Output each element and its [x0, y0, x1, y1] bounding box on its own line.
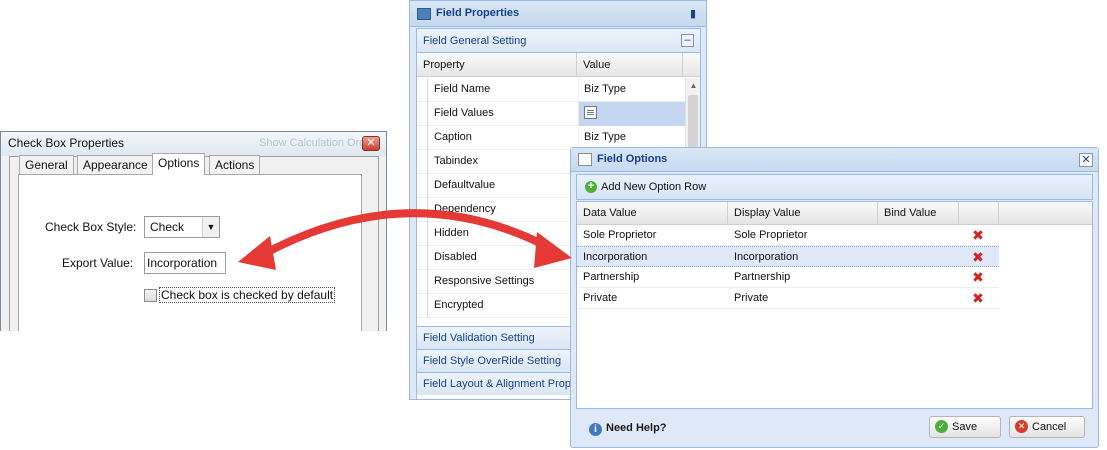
property-name: Responsive Settings [427, 270, 577, 294]
add-option-row-button[interactable]: Add New Option Row [601, 181, 706, 193]
property-name: Caption [427, 126, 577, 150]
property-value[interactable] [578, 102, 685, 126]
save-label: Save [952, 421, 978, 433]
options-grid: Data Value Display Value Bind Value Sole… [576, 201, 1093, 409]
close-icon: ✕ [1081, 154, 1091, 166]
property-column-header[interactable]: Property [417, 53, 577, 77]
data-value-column-header[interactable]: Data Value [577, 202, 728, 225]
panel-header: Field Properties ▮ [410, 1, 706, 27]
table-row[interactable]: Incorporation Incorporation ✖ [577, 246, 999, 267]
cancel-button[interactable]: ✕ Cancel [1009, 416, 1085, 438]
section-general-header[interactable]: Field General Setting – [417, 29, 700, 53]
dropdown-arrow-icon: ▼ [202, 217, 219, 237]
style-label: Check Box Style: [45, 220, 137, 234]
background-window-text: Show Calculation Ord [259, 137, 366, 149]
panel-title: Field Properties [436, 7, 520, 19]
display-value-cell[interactable]: Sole Proprietor [728, 225, 807, 245]
property-name: Field Name [427, 78, 577, 102]
property-name: Encrypted [427, 294, 577, 318]
add-icon[interactable]: + [585, 181, 597, 193]
property-value[interactable]: Biz Type [578, 78, 685, 102]
cancel-label: Cancel [1032, 421, 1067, 433]
checkmark-icon: ✓ [935, 420, 948, 433]
dialog-title: Check Box Properties [8, 136, 125, 150]
section-general-title: Field General Setting [423, 35, 527, 47]
window-title: Field Options [597, 153, 668, 165]
options-grid-header: Data Value Display Value Bind Value [577, 202, 1092, 225]
delete-icon[interactable]: ✖ [971, 291, 985, 305]
export-value-label: Export Value: [62, 256, 134, 270]
table-row[interactable]: Field Name Biz Type [417, 78, 685, 102]
toolbar: + Add New Option Row [576, 174, 1093, 200]
delete-icon[interactable]: ✖ [971, 270, 985, 284]
save-button[interactable]: ✓ Save [929, 416, 1001, 438]
table-row[interactable]: Sole Proprietor Sole Proprietor ✖ [577, 225, 999, 246]
delete-icon[interactable]: ✖ [971, 250, 985, 264]
export-value-input[interactable]: Incorporation [144, 252, 226, 274]
data-value-cell[interactable]: Incorporation [577, 247, 647, 267]
help-icon[interactable]: i [589, 423, 602, 436]
properties-icon [417, 8, 431, 20]
close-button[interactable]: ✕ [1079, 153, 1093, 167]
property-name: Dependency [427, 198, 577, 222]
default-checked-checkbox[interactable] [144, 289, 157, 302]
window-header: Field Options ✕ [571, 148, 1098, 172]
property-name: Tabindex [427, 150, 577, 174]
pin-icon[interactable]: ▮ [686, 7, 700, 21]
table-row[interactable]: Partnership Partnership ✖ [577, 267, 999, 288]
tab-appearance[interactable]: Appearance [77, 155, 154, 174]
data-value-cell[interactable]: Private [577, 288, 617, 308]
options-panel: Check Box Style: Check ▼ Export Value: I… [18, 174, 362, 331]
property-name: Hidden [427, 222, 577, 246]
check-box-properties-dialog: Check Box Properties Show Calculation Or… [0, 131, 387, 331]
need-help-link[interactable]: Need Help? [606, 422, 667, 434]
default-checked-label[interactable]: Check box is checked by default [159, 287, 336, 303]
value-column-header[interactable]: Value [578, 53, 683, 77]
scroll-up-icon[interactable]: ▲ [686, 78, 701, 93]
property-name: Field Values [427, 102, 577, 126]
delete-icon[interactable]: ✖ [971, 228, 985, 242]
close-icon: ✕ [366, 137, 376, 149]
field-options-window: Field Options ✕ + Add New Option Row Dat… [570, 147, 1099, 448]
window-icon [578, 153, 592, 166]
check-box-style-select[interactable]: Check ▼ [144, 216, 220, 238]
property-grid-header: Property Value [417, 53, 700, 77]
table-row[interactable]: Field Values [417, 102, 685, 126]
bind-value-column-header[interactable]: Bind Value [878, 202, 959, 225]
data-value-cell[interactable]: Partnership [577, 267, 639, 287]
tab-general[interactable]: General [19, 155, 74, 174]
tab-actions[interactable]: Actions [209, 155, 261, 174]
display-value-cell[interactable]: Incorporation [728, 247, 798, 267]
data-value-cell[interactable]: Sole Proprietor [577, 225, 656, 245]
close-button[interactable]: ✕ [362, 136, 380, 151]
table-row[interactable]: Private Private ✖ [577, 288, 999, 309]
property-name: Disabled [427, 246, 577, 270]
collapse-icon[interactable]: – [681, 34, 694, 47]
cancel-icon: ✕ [1015, 420, 1028, 433]
tab-options[interactable]: Options [152, 153, 206, 175]
display-value-cell[interactable]: Partnership [728, 267, 790, 287]
actions-column-header [959, 202, 999, 225]
property-name: Defaultvalue [427, 174, 577, 198]
style-value: Check [150, 220, 185, 234]
list-editor-icon[interactable] [584, 106, 597, 119]
display-value-column-header[interactable]: Display Value [728, 202, 878, 225]
window-footer: i Need Help? ✓ Save ✕ Cancel [571, 412, 1098, 447]
display-value-cell[interactable]: Private [728, 288, 768, 308]
